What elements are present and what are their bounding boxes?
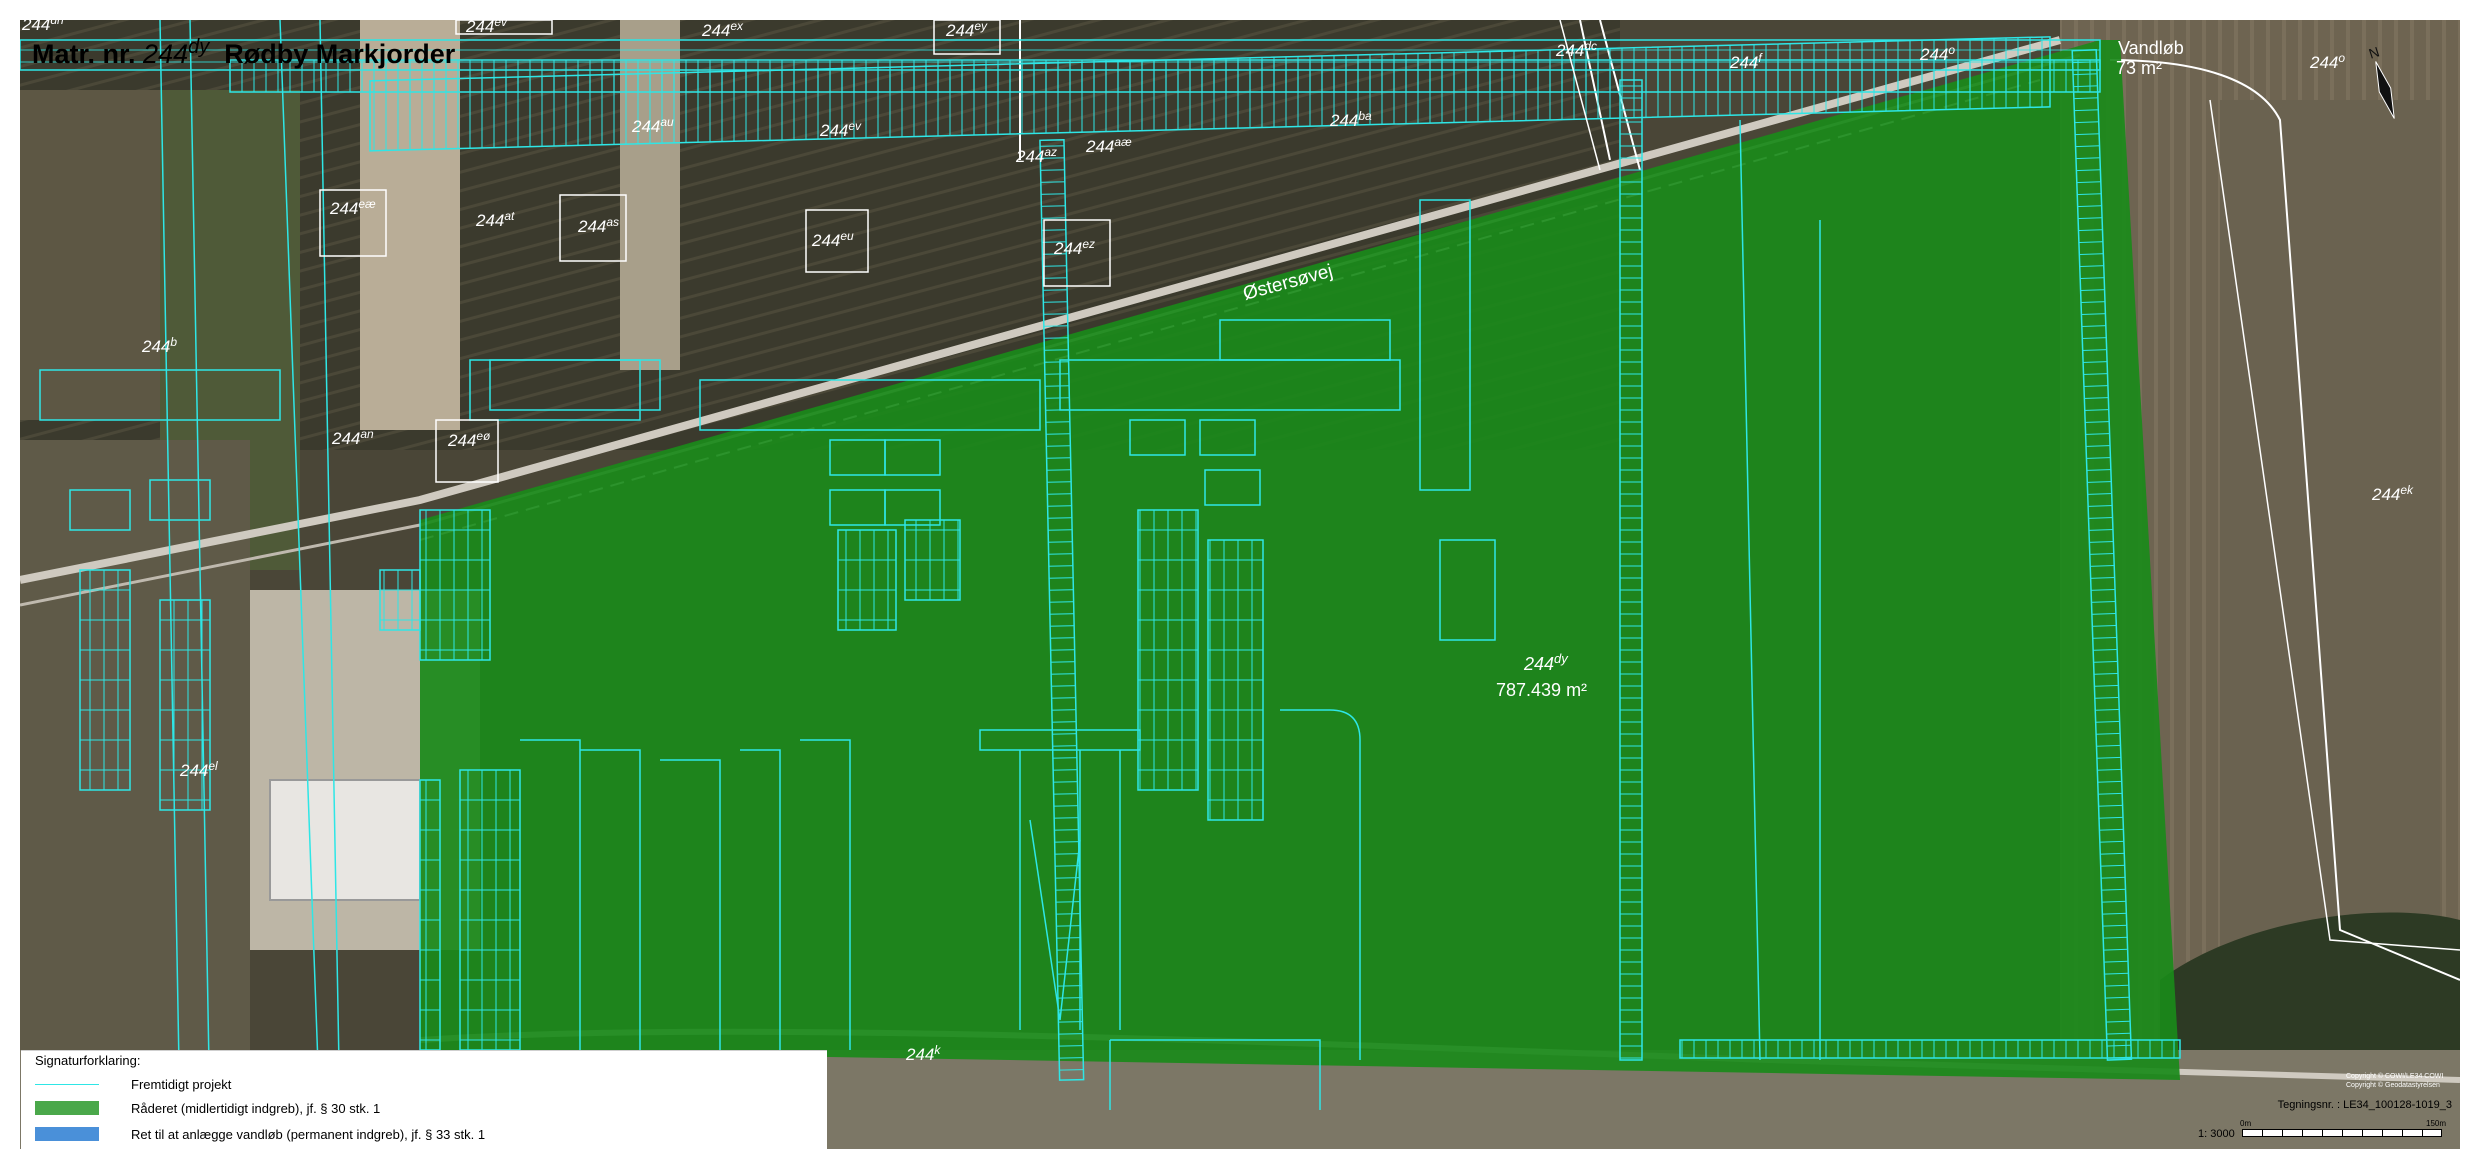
green-swatch-icon (35, 1101, 99, 1115)
legend-item-label: Ret til at anlægge vandløb (permanent in… (131, 1126, 486, 1142)
page-title: Matr. nr. 244dy Rødby Markjorder (32, 36, 455, 70)
scale-start: 0m (2240, 1119, 2252, 1128)
legend-item-raaderet: Råderet (midlertidigt indgreb), jf. § 30… (35, 1099, 380, 1117)
main-parcel-number: 244 (1523, 654, 1554, 674)
legend-item-label: Fremtidigt projekt (131, 1076, 232, 1092)
legend-title: Signaturforklaring: (35, 1053, 141, 1068)
title-number: 244 (143, 39, 189, 69)
main-parcel-area: 787.439 m² (1496, 680, 1587, 700)
copyright-note: Copyright © COWI/LE34 COWI Copyright © G… (2346, 1073, 2444, 1089)
legend-item-project: Fremtidigt projekt (35, 1075, 231, 1093)
title-place: Rødby Markjorder (224, 39, 456, 69)
legend: Signaturforklaring: Fremtidigt projekt R… (21, 1050, 827, 1149)
title-suffix: dy (188, 36, 210, 58)
drawing-number: Tegningsnr. : LE34_100128-1019_3 (2277, 1099, 2452, 1111)
scale-bar (2242, 1129, 2442, 1137)
scale-ratio: 1: 3000 (2198, 1128, 2235, 1140)
main-parcel-suffix: dy (1554, 651, 1569, 666)
scale-end: 150m (2426, 1119, 2447, 1128)
parcel-label: 244f (1729, 51, 1763, 72)
legend-item-label: Råderet (midlertidigt indgreb), jf. § 30… (131, 1100, 381, 1116)
blue-swatch-icon (35, 1127, 99, 1141)
legend-item-vandloeb: Ret til at anlægge vandløb (permanent in… (35, 1125, 485, 1143)
watercourse-area: 73 m² (2116, 58, 2162, 78)
aerial-map: N Østersøvej 244dh 244ev 244ex 244ey 244… (20, 20, 2460, 1149)
watercourse-name: Vandløb (2118, 38, 2184, 58)
line-swatch-icon (35, 1083, 99, 1085)
title-prefix: Matr. nr. (32, 39, 136, 69)
